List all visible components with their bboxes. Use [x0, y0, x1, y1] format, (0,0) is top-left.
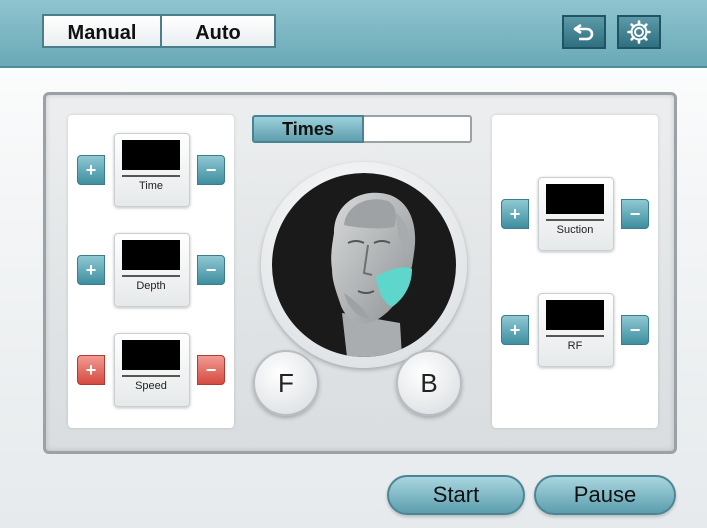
rf-minus-button[interactable]: − — [621, 315, 649, 345]
gear-icon — [627, 20, 651, 44]
auto-mode-button[interactable]: Auto — [160, 14, 276, 48]
times-field[interactable] — [364, 115, 472, 143]
rf-plus-button[interactable]: + — [501, 315, 529, 345]
face-illustration — [331, 192, 416, 357]
time-value-display — [122, 140, 180, 170]
speed-plus-button[interactable]: + — [77, 355, 105, 385]
return-arrow-icon — [573, 23, 594, 41]
suction-plus-button[interactable]: + — [501, 199, 529, 229]
right-controls-panel: + Suction − + RF − — [492, 115, 658, 428]
speed-label: Speed — [135, 380, 167, 392]
settings-button[interactable] — [617, 15, 661, 49]
suction-value-display — [546, 184, 604, 214]
suction-minus-button[interactable]: − — [621, 199, 649, 229]
back-view-button[interactable]: B — [396, 350, 462, 416]
time-minus-button[interactable]: − — [197, 155, 225, 185]
divider — [122, 275, 180, 277]
front-view-button[interactable]: F — [253, 350, 319, 416]
rf-value-display — [546, 300, 604, 330]
speed-value-display — [122, 340, 180, 370]
depth-plus-button[interactable]: + — [77, 255, 105, 285]
times-label: Times — [252, 115, 364, 143]
depth-value-display — [122, 240, 180, 270]
divider — [546, 219, 604, 221]
depth-label: Depth — [136, 280, 166, 292]
start-button[interactable]: Start — [387, 475, 525, 515]
speed-control: + Speed − — [77, 329, 225, 409]
depth-minus-button[interactable]: − — [197, 255, 225, 285]
main-panel: + Time − + Depth − + Speed − Times F B +… — [43, 92, 677, 454]
mode-selector: Manual Auto — [42, 14, 276, 48]
divider — [546, 335, 604, 337]
rf-label: RF — [567, 340, 583, 352]
suction-label: Suction — [556, 224, 594, 236]
time-control: + Time − — [77, 129, 225, 209]
divider — [122, 375, 180, 377]
pause-button[interactable]: Pause — [534, 475, 676, 515]
top-bar: Manual Auto — [0, 0, 707, 68]
speed-minus-button[interactable]: − — [197, 355, 225, 385]
suction-control: + Suction − — [501, 173, 649, 253]
divider — [122, 175, 180, 177]
depth-control: + Depth − — [77, 229, 225, 309]
time-label: Time — [138, 180, 164, 192]
rf-control: + RF − — [501, 289, 649, 369]
back-button[interactable] — [562, 15, 606, 49]
left-controls-panel: + Time − + Depth − + Speed − — [68, 115, 234, 428]
face-area-map[interactable] — [272, 173, 456, 357]
time-plus-button[interactable]: + — [77, 155, 105, 185]
manual-mode-button[interactable]: Manual — [42, 14, 162, 48]
